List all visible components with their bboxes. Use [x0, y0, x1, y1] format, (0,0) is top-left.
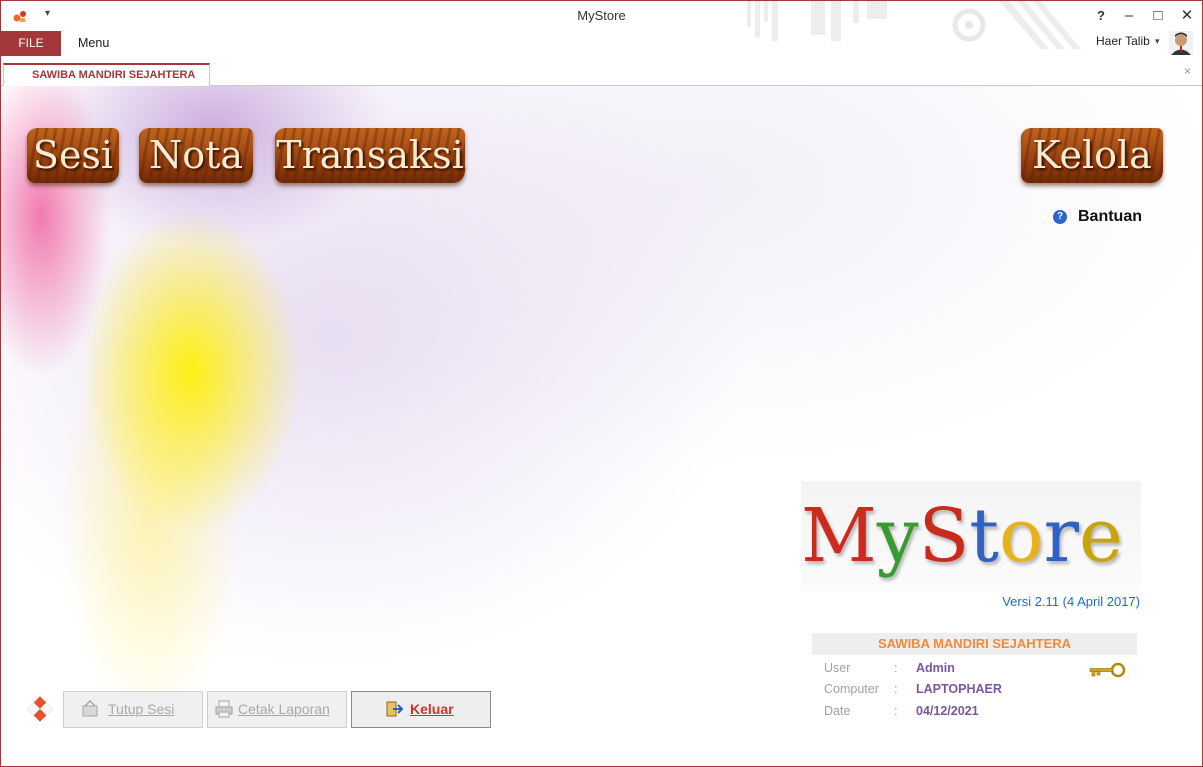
kelola-nav-button[interactable]: Kelola: [1021, 128, 1163, 183]
keluar-label: Keluar: [410, 701, 454, 717]
help-circle-icon[interactable]: ?: [1053, 210, 1067, 224]
transaksi-nav-button[interactable]: Transaksi: [275, 128, 465, 183]
menu-tab[interactable]: Menu: [78, 31, 109, 56]
logo-letter: r: [1043, 493, 1079, 579]
mystore-logo: MyStore: [801, 481, 1141, 591]
bantuan-link[interactable]: Bantuan: [1078, 208, 1142, 226]
close-tab-icon[interactable]: ×: [1184, 64, 1191, 78]
logo-letter: t: [969, 493, 1000, 579]
tutup-sesi-button[interactable]: Tutup Sesi: [63, 691, 203, 728]
date-colon: :: [894, 704, 898, 718]
user-label: User: [824, 661, 851, 675]
date-label: Date: [824, 704, 851, 718]
nota-nav-button[interactable]: Nota: [139, 128, 253, 183]
computer-value: LAPTOPHAER: [916, 682, 1002, 696]
printer-icon: [215, 700, 233, 718]
user-colon: :: [894, 661, 898, 675]
computer-colon: :: [894, 682, 898, 696]
version-label: Versi 2.11 (4 April 2017): [1002, 594, 1140, 609]
logo-letter: S: [918, 493, 970, 579]
computer-label: Computer: [824, 682, 879, 696]
user-avatar[interactable]: [1169, 31, 1193, 55]
ribbon-bar: FILE Menu Haer Talib ▾: [1, 31, 1202, 57]
logo-letter: o: [999, 493, 1044, 579]
close-session-icon: [82, 700, 98, 717]
exit-door-icon: [386, 701, 404, 717]
date-value: 04/12/2021: [916, 704, 979, 718]
maximize-button[interactable]: □: [1146, 5, 1170, 27]
file-tab[interactable]: FILE: [1, 31, 61, 56]
logo-letter: e: [1078, 493, 1123, 579]
account-dropdown-icon[interactable]: ▾: [1155, 36, 1160, 47]
close-button[interactable]: ✕: [1175, 5, 1199, 27]
key-icon[interactable]: [1087, 662, 1127, 678]
company-name: SAWIBA MANDIRI SEJAHTERA: [812, 633, 1137, 655]
user-account-name[interactable]: Haer Talib: [1096, 34, 1150, 48]
sesi-nav-button[interactable]: Sesi: [27, 128, 119, 183]
tutup-sesi-label: Tutup Sesi: [108, 701, 175, 717]
app-window: ▾ MyStore ? – □ ✕ FILE Menu Haer Talib ▾…: [0, 0, 1203, 767]
user-value: Admin: [916, 661, 955, 675]
document-tab-strip: SAWIBA MANDIRI SEJAHTERA ×: [1, 61, 1202, 86]
cetak-laporan-label: Cetak Laporan: [238, 701, 330, 717]
logo-letter: M: [801, 493, 877, 579]
minimize-button[interactable]: –: [1117, 5, 1141, 27]
document-tab-sawiba[interactable]: SAWIBA MANDIRI SEJAHTERA: [3, 63, 211, 86]
cetak-laporan-button[interactable]: Cetak Laporan: [207, 691, 347, 728]
keluar-button[interactable]: Keluar: [351, 691, 491, 728]
title-bar: ▾ MyStore ? – □ ✕: [1, 1, 1202, 49]
main-form: Sesi Nota Transaksi Kelola ? Bantuan MyS…: [1, 86, 1202, 766]
app-logo-icon: [26, 696, 54, 722]
logo-letter: y: [876, 493, 919, 579]
help-button[interactable]: ?: [1089, 5, 1113, 27]
